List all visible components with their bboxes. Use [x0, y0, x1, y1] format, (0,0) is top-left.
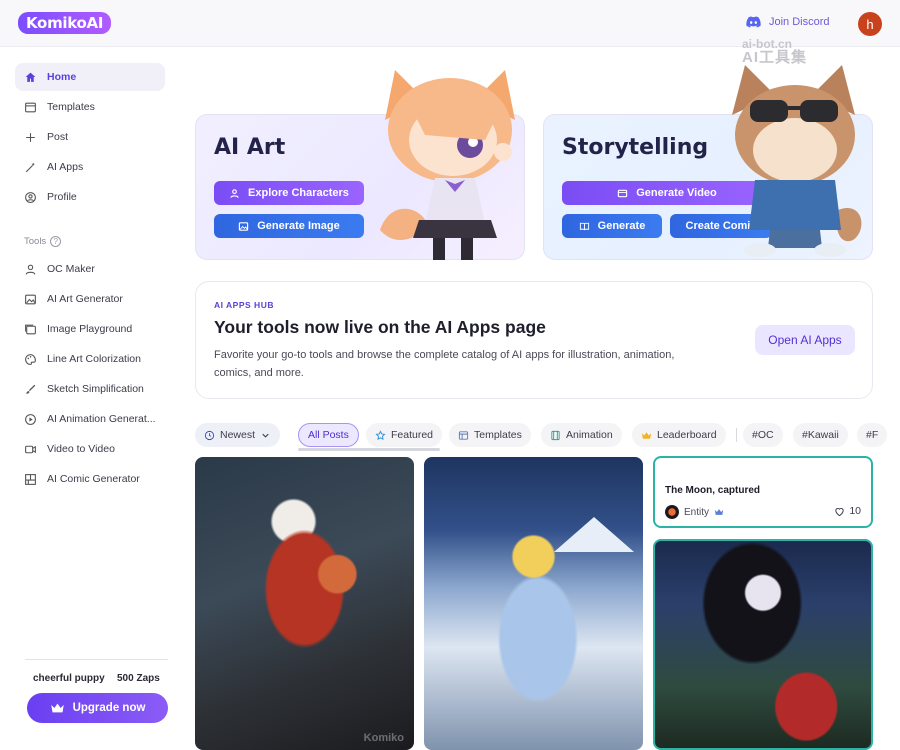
- zaps-balance: 500 Zaps: [117, 673, 160, 684]
- discord-icon: [746, 16, 761, 28]
- play-circle-icon: [25, 413, 36, 425]
- templates-icon: [25, 102, 36, 112]
- crown-icon: [50, 703, 64, 713]
- plus-icon: [26, 132, 35, 142]
- sidebar-item-profile[interactable]: Profile: [15, 183, 165, 211]
- tab-leaderboard[interactable]: Leaderboard: [632, 423, 726, 447]
- join-discord-link[interactable]: Join Discord: [746, 16, 830, 28]
- feed-filter-bar: Newest All Posts Featured Templates Anim…: [195, 422, 900, 448]
- chevron-down-icon: [262, 433, 269, 438]
- tab-all-posts[interactable]: All Posts: [298, 423, 359, 447]
- tag-kawaii[interactable]: #Kawaii: [793, 423, 848, 447]
- like-count: 10: [849, 505, 861, 517]
- join-discord-label: Join Discord: [769, 16, 830, 28]
- sidebar-item-ai-comic-generator[interactable]: AI Comic Generator: [15, 465, 165, 493]
- home-icon: [25, 72, 36, 82]
- sidebar-item-ai-art-generator[interactable]: AI Art Generator: [15, 285, 165, 313]
- tab-featured[interactable]: Featured: [366, 423, 443, 447]
- sidebar-item-ai-animation-generator[interactable]: AI Animation Generat...: [15, 405, 165, 433]
- dog-boy-mascot: [732, 65, 862, 257]
- star-icon: [375, 429, 386, 440]
- image-icon: [239, 221, 249, 231]
- user-name: cheerful puppy: [33, 673, 105, 684]
- post-author[interactable]: Entity: [665, 505, 724, 519]
- generate-story-button[interactable]: Generate: [562, 214, 662, 238]
- ai-apps-hub-banner: AI APPS HUB Your tools now live on the A…: [195, 281, 873, 399]
- storytelling-title: Storytelling: [562, 135, 709, 160]
- filter-divider: [736, 428, 737, 442]
- tools-section-label: Tools ?: [24, 236, 62, 247]
- post-title: The Moon, captured: [665, 485, 760, 496]
- tab-templates[interactable]: Templates: [449, 423, 531, 447]
- hub-title: Your tools now live on the AI Apps page: [214, 317, 546, 337]
- explore-characters-button[interactable]: Explore Characters: [214, 181, 364, 205]
- video-icon: [25, 445, 36, 453]
- image-watermark: Komiko: [363, 732, 404, 744]
- image-icon: [25, 294, 36, 304]
- generate-image-button[interactable]: Generate Image: [214, 214, 364, 238]
- palette-icon: [25, 353, 36, 365]
- ai-art-title: AI Art: [214, 135, 286, 160]
- open-ai-apps-button[interactable]: Open AI Apps: [755, 325, 855, 355]
- user-avatar[interactable]: h: [858, 12, 882, 36]
- post-image-guitar-character[interactable]: [653, 539, 873, 750]
- sidebar-item-oc-maker[interactable]: OC Maker: [15, 255, 165, 283]
- post-card-text[interactable]: The Moon, captured Entity 10: [653, 456, 873, 528]
- hub-description: Favorite your go-to tools and browse the…: [214, 349, 675, 379]
- image-stack-icon: [25, 324, 36, 334]
- brush-icon: [26, 384, 36, 394]
- sort-dropdown[interactable]: Newest: [195, 423, 281, 447]
- sidebar-item-sketch-simplification[interactable]: Sketch Simplification: [15, 375, 165, 403]
- sidebar: Home Templates Post AI Apps Profile Tool…: [0, 48, 180, 750]
- film-icon: [551, 430, 560, 440]
- templates-icon: [458, 430, 469, 440]
- tag-more[interactable]: #F: [857, 423, 888, 447]
- tab-active-underline: [298, 448, 440, 451]
- user-circle-icon: [25, 191, 36, 203]
- heart-icon: [835, 507, 844, 516]
- sidebar-item-video-to-video[interactable]: Video to Video: [15, 435, 165, 463]
- hub-kicker: AI APPS HUB: [214, 300, 274, 310]
- comic-grid-icon: [25, 473, 36, 485]
- sidebar-item-home[interactable]: Home: [15, 63, 165, 91]
- book-icon: [579, 222, 589, 230]
- sidebar-item-templates[interactable]: Templates: [15, 93, 165, 121]
- sidebar-item-post[interactable]: Post: [15, 123, 165, 151]
- like-button[interactable]: 10: [834, 505, 861, 517]
- crown-icon: [714, 509, 724, 515]
- author-avatar: [665, 505, 679, 519]
- fox-girl-mascot: [380, 70, 515, 260]
- komiko-logo[interactable]: KomikoAI: [18, 12, 112, 34]
- user-icon: [230, 188, 239, 198]
- upgrade-button[interactable]: Upgrade now: [27, 693, 168, 723]
- post-image-santa-character[interactable]: Komiko: [195, 457, 414, 750]
- video-icon: [618, 189, 628, 197]
- user-icon: [25, 264, 36, 275]
- crown-icon: [641, 431, 652, 439]
- sidebar-item-image-playground[interactable]: Image Playground: [15, 315, 165, 343]
- tab-animation[interactable]: Animation: [541, 423, 622, 447]
- sidebar-item-line-art-colorization[interactable]: Line Art Colorization: [15, 345, 165, 373]
- clock-icon: [204, 430, 215, 440]
- magic-wand-icon: [25, 162, 35, 172]
- post-image-onsen-character[interactable]: [424, 457, 643, 750]
- sidebar-item-ai-apps[interactable]: AI Apps: [15, 153, 165, 181]
- help-icon[interactable]: ?: [50, 236, 62, 247]
- tag-oc[interactable]: #OC: [743, 423, 783, 447]
- sidebar-divider: [25, 659, 168, 660]
